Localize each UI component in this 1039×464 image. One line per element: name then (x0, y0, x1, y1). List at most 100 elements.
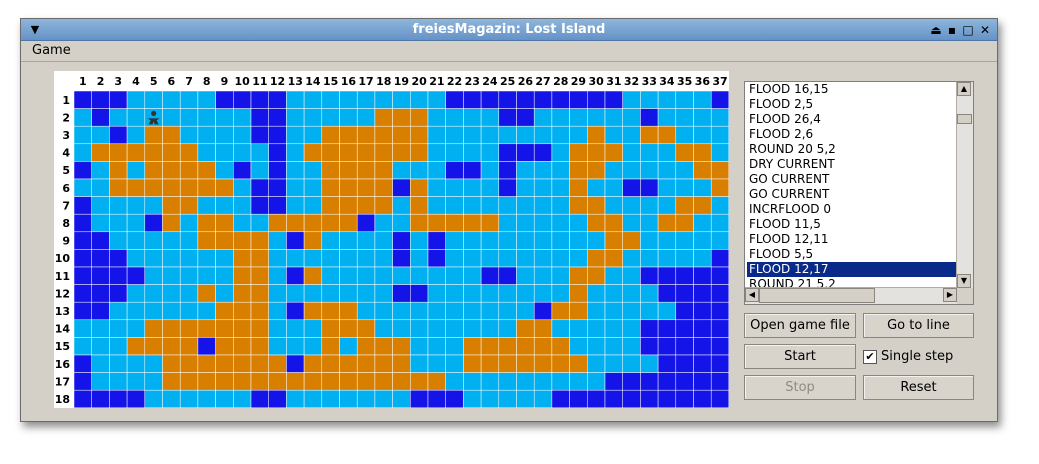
board-cell[interactable] (215, 337, 234, 356)
board-cell[interactable] (356, 178, 376, 197)
board-cell[interactable] (374, 389, 393, 408)
board-cell[interactable] (622, 249, 641, 268)
board-cell[interactable] (109, 231, 128, 250)
board-cell[interactable] (109, 213, 128, 233)
board-cell[interactable] (286, 125, 305, 145)
board-cell[interactable] (640, 284, 659, 303)
board-cell[interactable] (710, 319, 729, 338)
board-cell[interactable] (622, 178, 641, 197)
board-cell[interactable] (91, 213, 110, 233)
board-cell[interactable] (693, 354, 712, 373)
board-cell[interactable] (162, 266, 181, 285)
board-cell[interactable] (622, 196, 641, 215)
board-cell[interactable] (569, 354, 588, 373)
log-item[interactable]: FLOOD 12,17 (746, 261, 960, 278)
board-cell[interactable] (710, 125, 729, 145)
log-item[interactable]: FLOOD 11,5 (747, 217, 959, 232)
board-cell[interactable] (73, 143, 92, 162)
board-cell[interactable] (197, 196, 216, 215)
board-cell[interactable] (374, 161, 393, 180)
board-cell[interactable] (427, 249, 446, 268)
board-cell[interactable] (551, 284, 570, 303)
board-cell[interactable] (498, 161, 517, 180)
board-cell[interactable] (356, 90, 376, 109)
board-cell[interactable] (569, 108, 588, 127)
board-cell[interactable] (675, 354, 694, 373)
board-cell[interactable] (657, 372, 677, 391)
board-cell[interactable] (498, 389, 517, 408)
board-cell[interactable] (710, 213, 729, 233)
board-cell[interactable] (516, 372, 535, 391)
board-cell[interactable] (533, 389, 553, 408)
board-cell[interactable] (321, 143, 340, 162)
board-cell[interactable] (91, 266, 110, 285)
board-cell[interactable] (657, 108, 677, 127)
board-cell[interactable] (498, 90, 517, 109)
board-cell[interactable] (392, 389, 411, 408)
board-cell[interactable] (604, 161, 623, 180)
board-cell[interactable] (445, 161, 464, 180)
board-cell[interactable] (622, 125, 641, 145)
board-cell[interactable] (427, 389, 446, 408)
board-cell[interactable] (675, 389, 694, 408)
board-cell[interactable] (286, 319, 305, 338)
board-cell[interactable] (410, 213, 429, 233)
board-cell[interactable] (604, 143, 623, 162)
board-cell[interactable] (569, 319, 588, 338)
board-cell[interactable] (303, 196, 323, 215)
board-cell[interactable] (374, 284, 393, 303)
board-cell[interactable] (303, 231, 323, 250)
board-cell[interactable] (91, 301, 110, 321)
board-cell[interactable] (516, 337, 535, 356)
board-cell[interactable] (73, 266, 92, 285)
board-cell[interactable] (498, 108, 517, 127)
log-item[interactable]: FLOOD 2,5 (747, 97, 959, 112)
board-cell[interactable] (657, 161, 677, 180)
board-cell[interactable] (410, 337, 429, 356)
board-cell[interactable] (587, 301, 606, 321)
board-cell[interactable] (604, 231, 623, 250)
board-cell[interactable] (179, 125, 199, 145)
board-cell[interactable] (675, 372, 694, 391)
board-cell[interactable] (569, 284, 588, 303)
board-cell[interactable] (215, 354, 234, 373)
board-cell[interactable] (179, 108, 199, 127)
board-cell[interactable] (516, 161, 535, 180)
board-cell[interactable] (427, 213, 446, 233)
board-cell[interactable] (303, 213, 323, 233)
board-cell[interactable] (410, 284, 429, 303)
board-cell[interactable] (427, 301, 446, 321)
board-cell[interactable] (569, 372, 588, 391)
board-cell[interactable] (179, 90, 199, 109)
board-cell[interactable] (303, 266, 323, 285)
board-cell[interactable] (356, 389, 376, 408)
board-cell[interactable] (339, 266, 358, 285)
board-cell[interactable] (356, 266, 376, 285)
board-cell[interactable] (640, 213, 659, 233)
board-cell[interactable] (445, 249, 464, 268)
board-cell[interactable] (339, 143, 358, 162)
board-cell[interactable] (551, 125, 570, 145)
board-cell[interactable] (197, 319, 216, 338)
board-cell[interactable] (533, 284, 553, 303)
board-cell[interactable] (675, 284, 694, 303)
board-cell[interactable] (250, 231, 269, 250)
board-cell[interactable] (445, 284, 464, 303)
board-cell[interactable] (303, 301, 323, 321)
board-cell[interactable] (268, 266, 287, 285)
board-cell[interactable] (286, 108, 305, 127)
board-cell[interactable] (268, 90, 287, 109)
board-cell[interactable] (569, 213, 588, 233)
board-cell[interactable] (215, 125, 234, 145)
board-cell[interactable] (445, 143, 464, 162)
board-cell[interactable] (410, 143, 429, 162)
board-cell[interactable] (268, 161, 287, 180)
board-cell[interactable] (675, 125, 694, 145)
board-cell[interactable] (374, 178, 393, 197)
board-cell[interactable] (250, 266, 269, 285)
board-cell[interactable] (197, 178, 216, 197)
board-cell[interactable] (109, 284, 128, 303)
board-cell[interactable] (604, 125, 623, 145)
board-cell[interactable] (126, 90, 146, 109)
board-cell[interactable] (215, 372, 234, 391)
